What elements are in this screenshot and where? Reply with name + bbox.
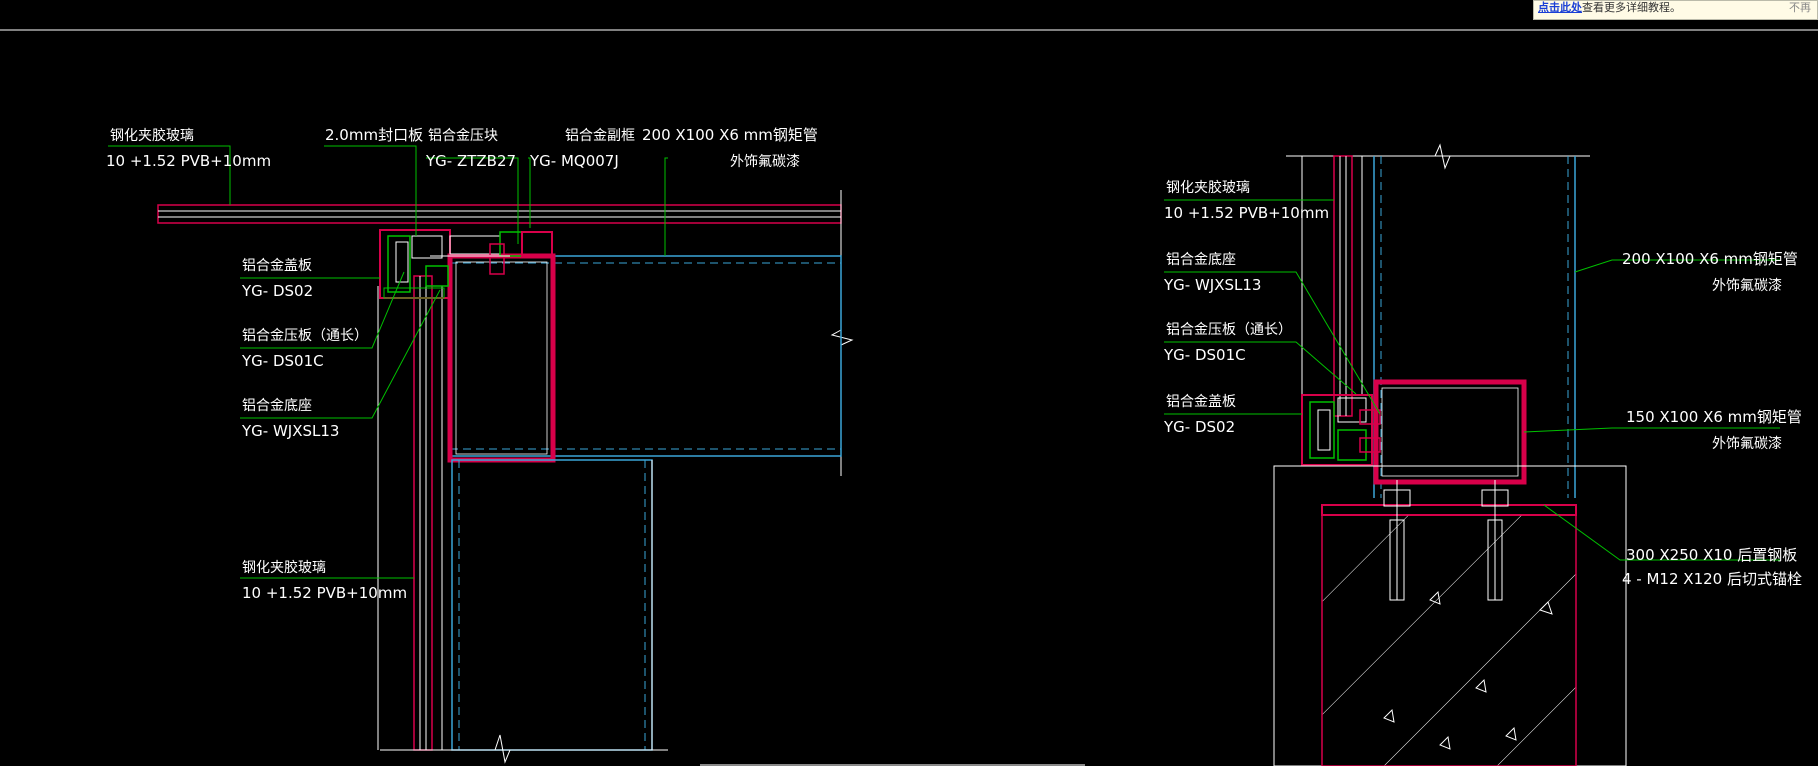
concrete-section xyxy=(1321,514,1577,766)
embed-steel-plate xyxy=(1321,504,1577,516)
left-glass-top-spec: 10 +1.52 PVB+10mm xyxy=(106,152,271,170)
left-detail-drawing: 钢化夹胶玻璃 10 +1.52 PVB+10mm 2.0mm封口板 铝合金压块 … xyxy=(106,126,854,764)
right-press-plate-code: YG- DS01C xyxy=(1163,346,1246,364)
right-detail-drawing: 钢化夹胶玻璃 10 +1.52 PVB+10mm 铝合金底座 YG- WJXSL… xyxy=(1163,143,1802,766)
steel-box-section xyxy=(447,253,556,463)
right-steel-box-section xyxy=(1373,379,1527,485)
left-sub-frame-code: YG- MQ007J xyxy=(529,152,619,170)
steel-tube-horizontal xyxy=(449,255,842,457)
left-sub-frame-name: 铝合金副框 xyxy=(565,128,635,144)
right-steel-tube-large-finish: 外饰氟碳漆 xyxy=(1712,278,1782,294)
right-glass-name: 钢化夹胶玻璃 xyxy=(1166,179,1250,196)
right-steel-tube-small-name: 150 X100 X6 mm钢矩管 xyxy=(1626,408,1802,426)
left-pressure-block-code: YG- ZTZB27 xyxy=(425,152,516,170)
right-embed-plate-name: 300 X250 X10 后置钢板 xyxy=(1626,546,1797,564)
top-glass-panel xyxy=(157,204,842,224)
left-glass-vertical-spec: 10 +1.52 PVB+10mm xyxy=(242,584,407,602)
left-steel-tube-name: 200 X100 X6 mm钢矩管 xyxy=(642,126,818,144)
right-glass-spec: 10 +1.52 PVB+10mm xyxy=(1164,204,1329,222)
cad-drawing-canvas[interactable]: 钢化夹胶玻璃 10 +1.52 PVB+10mm 2.0mm封口板 铝合金压块 … xyxy=(0,0,1818,766)
right-steel-tube-small-finish: 外饰氟碳漆 xyxy=(1712,436,1782,452)
right-anchor-bolts-spec: 4 - M12 X120 后切式锚栓 xyxy=(1622,570,1802,588)
left-press-plate-name: 铝合金压板（通长） xyxy=(242,328,368,344)
right-press-plate-name: 铝合金压板（通长） xyxy=(1166,322,1292,338)
left-base-code: YG- WJXSL13 xyxy=(241,422,339,440)
left-cover-plate-code: YG- DS02 xyxy=(241,282,313,300)
right-steel-tube-large-name: 200 X100 X6 mm钢矩管 xyxy=(1622,250,1798,268)
steel-column-vertical xyxy=(451,459,653,751)
left-steel-tube-finish: 外饰氟碳漆 xyxy=(730,154,800,170)
right-base-name: 铝合金底座 xyxy=(1166,252,1236,268)
left-seal-plate-label: 2.0mm封口板 xyxy=(325,126,423,144)
vertical-glass-panel xyxy=(413,275,433,751)
left-pressure-block-name: 铝合金压块 xyxy=(428,128,498,144)
left-base-name: 铝合金底座 xyxy=(242,398,312,414)
left-cover-plate-name: 铝合金盖板 xyxy=(242,258,312,274)
right-cover-plate-name: 铝合金盖板 xyxy=(1166,394,1236,410)
left-press-plate-code: YG- DS01C xyxy=(241,352,324,370)
right-base-code: YG- WJXSL13 xyxy=(1163,276,1261,294)
left-glass-top-name: 钢化夹胶玻璃 xyxy=(110,127,194,144)
left-glass-vertical-name: 钢化夹胶玻璃 xyxy=(242,559,326,576)
right-cover-plate-code: YG- DS02 xyxy=(1163,418,1235,436)
